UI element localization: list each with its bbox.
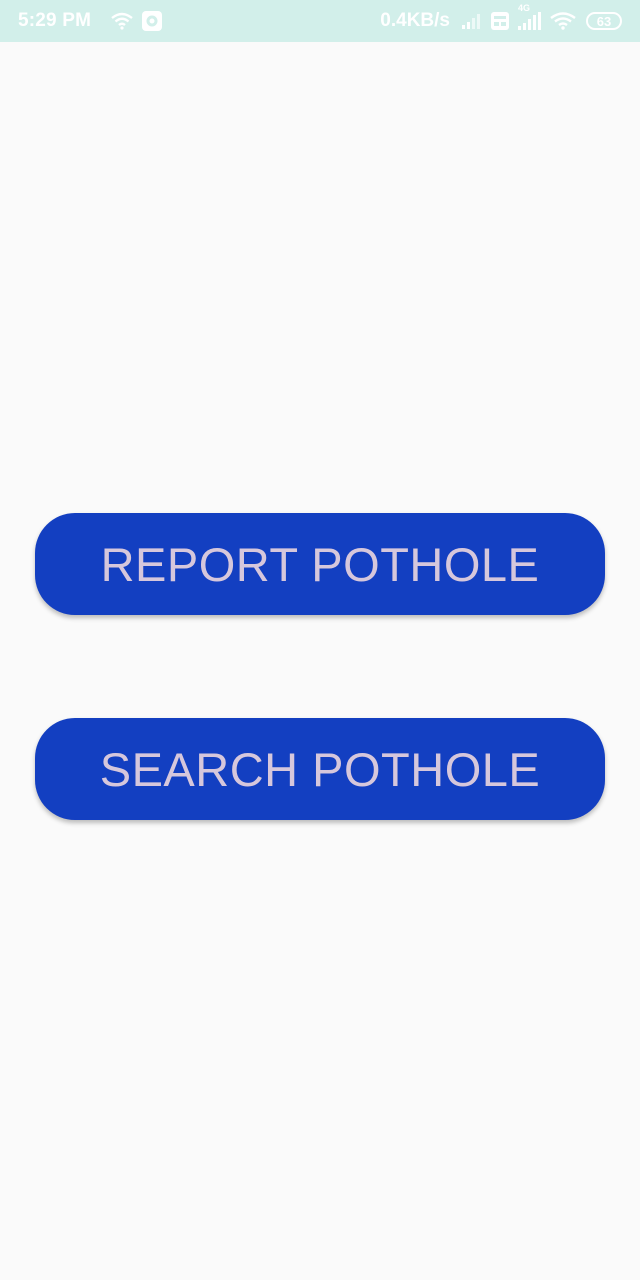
report-pothole-button[interactable]: REPORT POTHOLE: [35, 513, 605, 615]
status-right: 0.4KB/s 4G 63: [380, 3, 622, 32]
main-content: REPORT POTHOLE SEARCH POTHOLE: [0, 42, 640, 1280]
network-type-label: 4G: [518, 3, 531, 13]
network-speed: 0.4KB/s: [380, 10, 450, 31]
status-bar: 5:29 PM 0.4KB/s 4G 63: [0, 0, 640, 42]
search-pothole-button[interactable]: SEARCH POTHOLE: [35, 718, 605, 820]
battery-level: 63: [596, 13, 612, 29]
sim-icon: [490, 11, 510, 31]
battery-icon: 63: [586, 12, 622, 30]
signal-4g-icon: 4G: [518, 3, 542, 30]
signal-icon: [462, 13, 482, 29]
wifi-icon: [111, 12, 133, 30]
wifi-icon: [550, 12, 576, 30]
status-left: 5:29 PM: [18, 10, 163, 32]
status-time: 5:29 PM: [18, 10, 92, 31]
camera-app-icon: [141, 10, 163, 32]
